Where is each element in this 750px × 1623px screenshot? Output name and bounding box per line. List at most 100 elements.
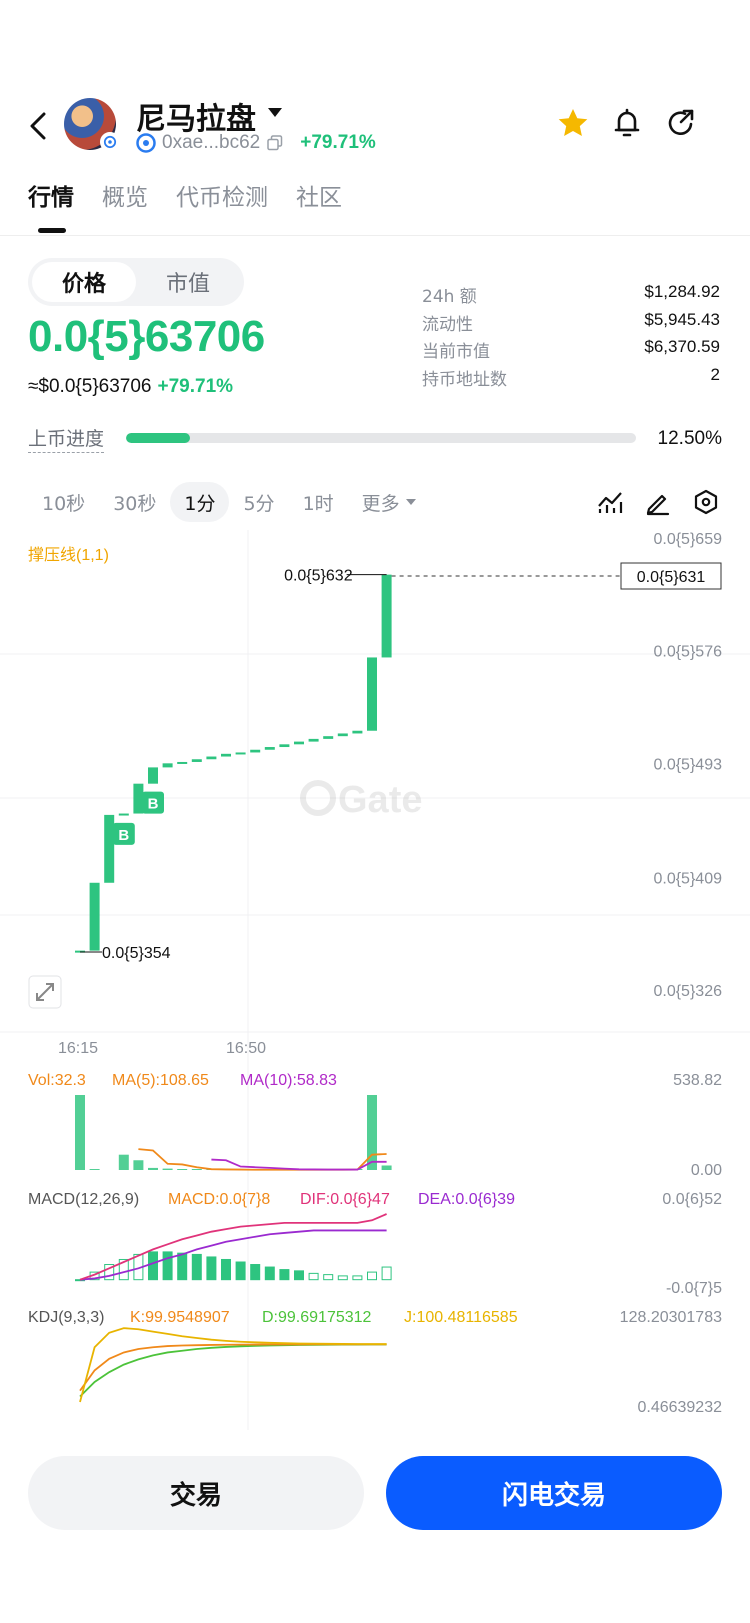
macd-dea-label: DEA:0.0{6}39 [418, 1191, 515, 1208]
macd-dea-line [79, 1229, 387, 1281]
interval-10s[interactable]: 10秒 [28, 482, 99, 522]
candle [250, 749, 261, 753]
listing-progress-label[interactable]: 上币进度 [28, 424, 105, 453]
buy-marker-label: B [118, 827, 129, 844]
macd-histogram-bar [381, 1266, 392, 1281]
back-arrow-icon[interactable] [22, 106, 54, 146]
toggle-market-cap[interactable]: 市值 [136, 262, 240, 302]
macd-histogram-bar [279, 1269, 290, 1281]
token-header: 尼马拉盘 0xae...bc62 +79.71% [0, 92, 750, 162]
copy-icon[interactable] [266, 134, 284, 152]
macd-histogram-bar [308, 1272, 319, 1281]
candle [89, 882, 100, 951]
candle [352, 730, 363, 734]
vol-ma5-line [138, 1148, 387, 1171]
stat-row: 持币地址数 2 [422, 365, 720, 393]
macd-histogram-bar [352, 1275, 363, 1281]
vol-ma5-label: MA(5):108.65 [112, 1072, 209, 1089]
candle [148, 767, 158, 784]
candle [177, 761, 188, 764]
kdj-j-label: J:100.48116585 [404, 1309, 518, 1326]
address-row: 0xae...bc62 +79.71% [136, 130, 376, 156]
indicator-label: 撑压线(1,1) [28, 546, 109, 564]
listing-progress-fill [126, 433, 190, 443]
price-mcap-toggle: 价格 市值 [28, 258, 244, 306]
volume-bar [191, 1169, 202, 1170]
candle [367, 657, 377, 731]
stat-label: 持币地址数 [422, 369, 507, 390]
candle [162, 763, 173, 768]
kdj-label: KDJ(9,3,3) [28, 1309, 104, 1326]
chain-icon [136, 133, 156, 153]
tab-token-check[interactable]: 代币检测 [176, 178, 268, 212]
expand-icon[interactable] [28, 975, 62, 1009]
interval-1h[interactable]: 1时 [289, 482, 348, 522]
vol-min-label: 0.00 [691, 1162, 722, 1179]
current-price-label: 0.0{5}631 [637, 569, 706, 586]
macd-histogram-bar [177, 1252, 188, 1281]
interval-1m[interactable]: 1分 [170, 482, 230, 522]
chevron-down-icon [405, 499, 416, 505]
share-icon[interactable] [664, 106, 698, 140]
indicator-icon[interactable] [596, 488, 624, 516]
listing-progress-value: 12.50% [657, 428, 722, 449]
draw-pen-icon[interactable] [644, 488, 672, 516]
bottom-action-bar: 交易 闪电交易 [0, 1450, 750, 1530]
header-change-percent: +79.71% [300, 132, 376, 153]
interval-selector: 10秒 30秒 1分 5分 1时 更多 [28, 482, 430, 522]
candle [191, 759, 202, 762]
macd-max-label: 0.0{6}52 [662, 1191, 722, 1208]
volume-bar [75, 1095, 85, 1170]
candle [206, 756, 217, 760]
star-icon[interactable] [556, 106, 590, 140]
stat-value: $5,945.43 [644, 309, 720, 329]
token-switch-caret-icon[interactable] [268, 108, 282, 117]
macd-min-label: -0.0{7}5 [666, 1280, 722, 1297]
token-stats: 24h 额 $1,284.92 流动性 $5,945.43 当前市值 $6,37… [422, 282, 720, 392]
y-tick-label: 0.0{5}409 [653, 870, 722, 887]
stat-label: 24h 额 [422, 287, 477, 307]
macd-histogram-bar [221, 1258, 231, 1281]
vol-ma10-line [211, 1158, 387, 1171]
volume-bar [89, 1169, 100, 1170]
bell-icon[interactable] [610, 106, 644, 140]
candle [323, 736, 334, 739]
buy-marker-label: B [148, 796, 159, 813]
interval-30s[interactable]: 30秒 [99, 482, 170, 522]
interval-5m[interactable]: 5分 [229, 482, 288, 522]
tabs-divider [0, 235, 750, 236]
usd-price-row: ≈$0.0{5}63706 +79.71% [28, 376, 233, 398]
stat-value: $1,284.92 [644, 282, 720, 301]
candle [381, 574, 392, 658]
listing-progress-bar [126, 433, 636, 443]
settings-hexagon-icon[interactable] [692, 488, 720, 516]
low-price-label: 0.0{5}354 [102, 945, 171, 962]
macd-label: MACD(12,26,9) [28, 1191, 139, 1208]
y-tick-label: 0.0{5}659 [653, 531, 722, 548]
macd-chart [75, 1213, 392, 1282]
stat-row: 24h 额 $1,284.92 [422, 282, 720, 310]
macd-histogram-bar [148, 1251, 158, 1281]
macd-histogram-bar [264, 1266, 275, 1281]
tab-overview[interactable]: 概览 [102, 178, 148, 212]
volume-bar [148, 1167, 158, 1170]
flash-trade-button[interactable]: 闪电交易 [386, 1456, 722, 1530]
candle [308, 738, 319, 742]
kline-chart[interactable]: Gate 撑压线(1,1) 0.0{5}659 0.0{5}576 0.0{5}49… [0, 530, 750, 1430]
watermark-text: Gate [338, 779, 422, 821]
volume-bars [75, 1095, 392, 1171]
macd-dif-label: DIF:0.0{6}47 [300, 1191, 390, 1208]
interval-more[interactable]: 更多 [348, 482, 430, 522]
toggle-price[interactable]: 价格 [32, 262, 136, 302]
tab-community[interactable]: 社区 [296, 178, 342, 212]
tab-market[interactable]: 行情 [28, 178, 74, 212]
macd-histogram-bar [250, 1264, 261, 1281]
macd-histogram-bar [294, 1270, 304, 1281]
candle [235, 752, 246, 755]
kdj-min-label: 0.46639232 [637, 1399, 722, 1416]
candles: 0.0{5}632 0.0{5}354 0.0{5}631 B B [75, 562, 722, 962]
macd-histogram-bar [162, 1251, 173, 1281]
vol-max-label: 538.82 [673, 1072, 722, 1089]
stat-label: 当前市值 [422, 342, 490, 362]
trade-button[interactable]: 交易 [28, 1456, 364, 1530]
